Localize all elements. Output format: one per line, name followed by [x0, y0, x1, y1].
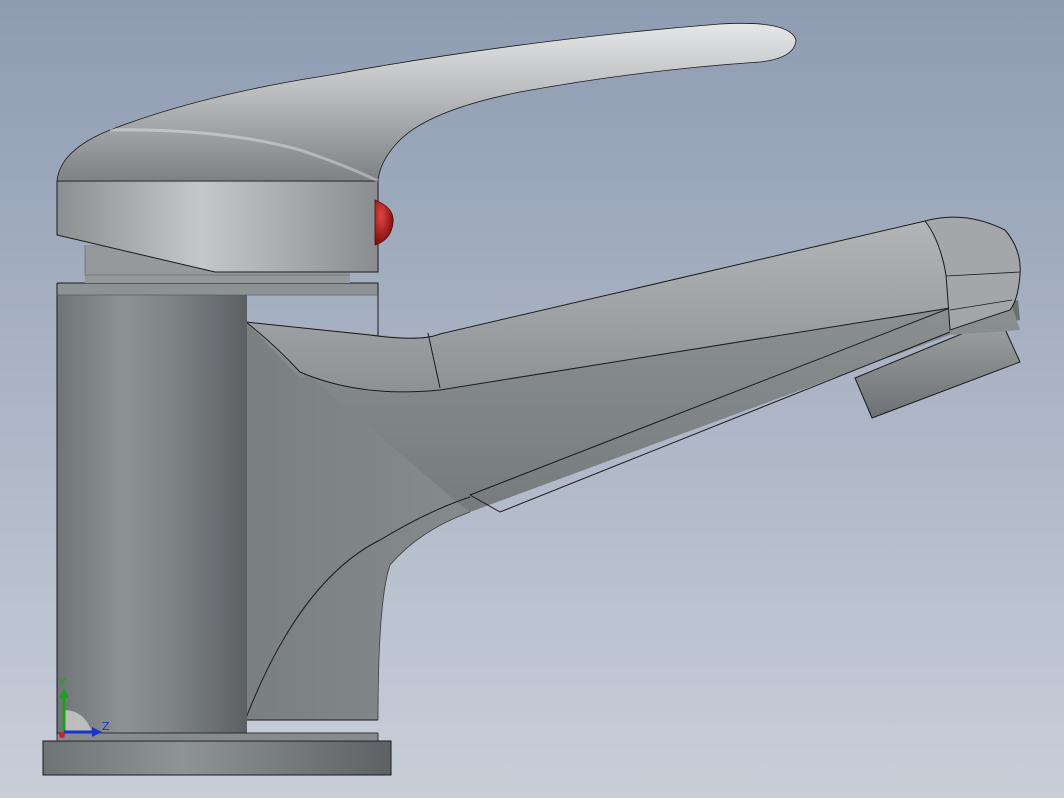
graphics-viewport[interactable]: Y Z: [0, 0, 1064, 798]
y-axis-label: Y: [58, 676, 66, 689]
triad-plane: [64, 710, 92, 732]
z-axis-arrowhead: [92, 727, 102, 737]
y-axis-arrowhead: [59, 688, 69, 698]
z-axis-label: Z: [102, 720, 110, 733]
model-view[interactable]: [0, 0, 1064, 798]
coordinate-triad: Y Z: [58, 676, 110, 738]
x-axis-arrow: [59, 732, 65, 738]
